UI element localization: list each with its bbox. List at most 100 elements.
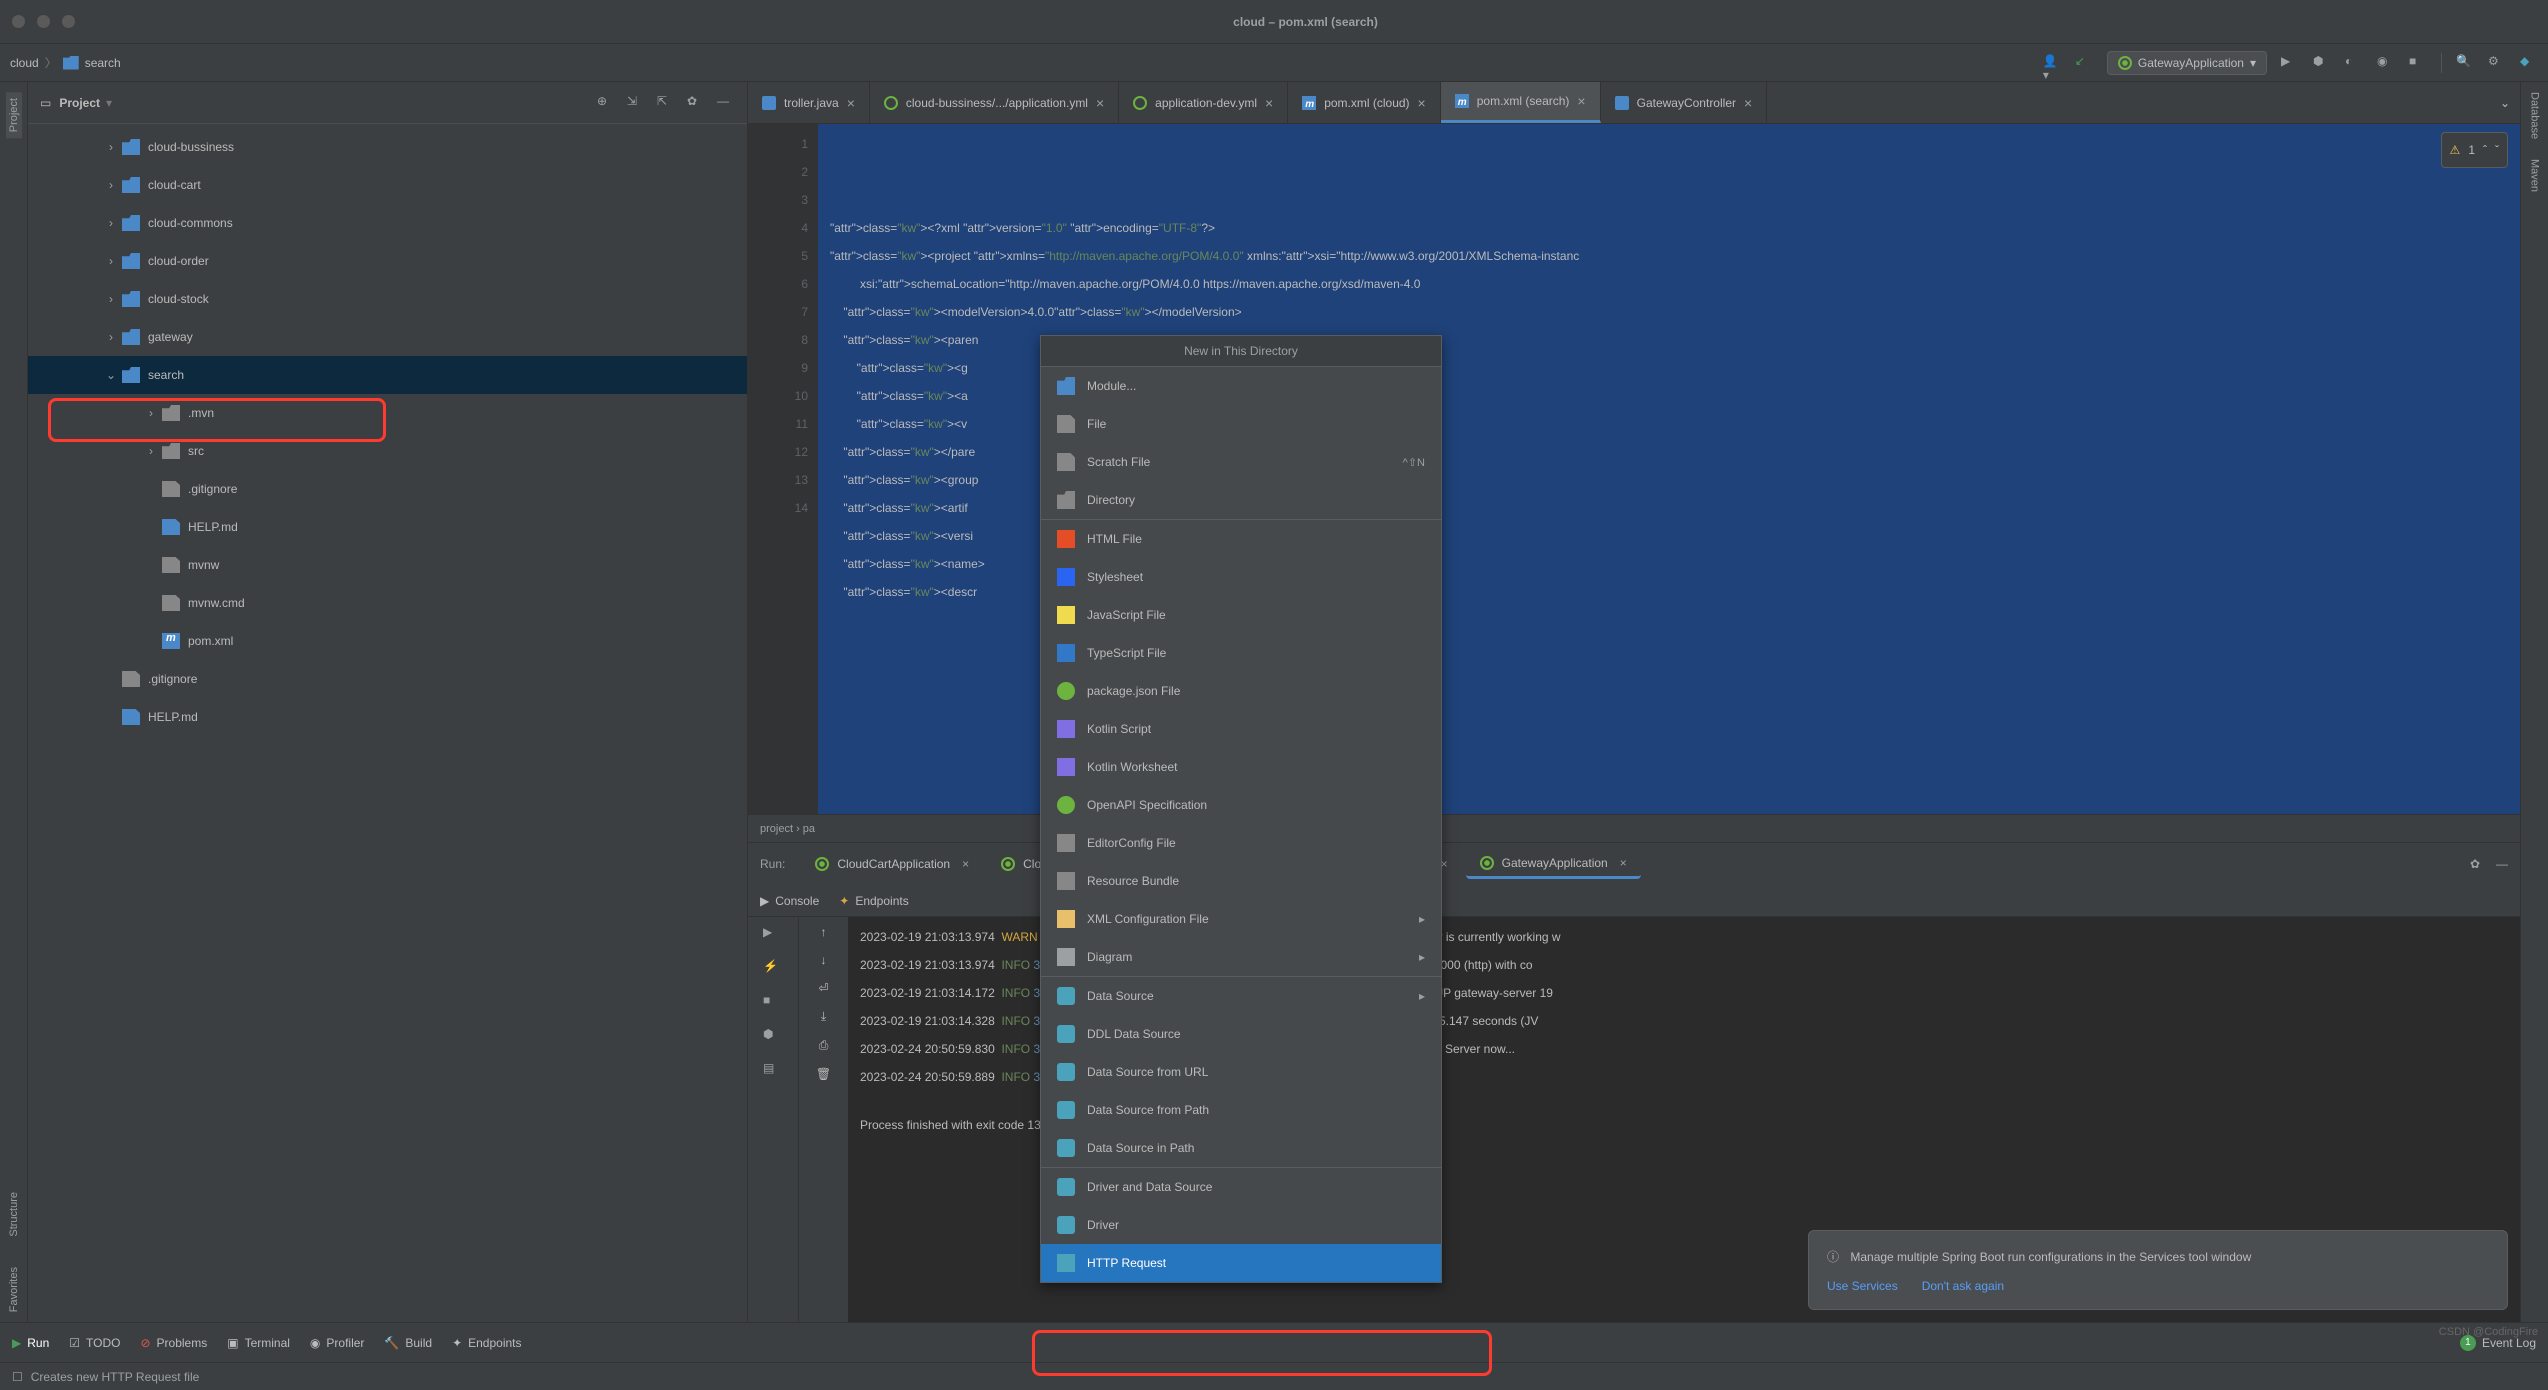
run-tab-CloudCartApplication[interactable]: CloudCartApplication× [801, 850, 983, 879]
menu-item-javascript-file[interactable]: JavaScript File [1041, 596, 1441, 634]
menu-item-diagram[interactable]: Diagram▸ [1041, 938, 1441, 976]
tab-GatewayController[interactable]: GatewayController× [1601, 82, 1768, 123]
debug-icon[interactable]: ⬢ [2313, 54, 2331, 72]
project-panel-label[interactable]: Project [59, 96, 100, 110]
close-icon[interactable]: × [1744, 95, 1752, 111]
rerun-icon[interactable]: ▶ [763, 925, 783, 945]
locate-icon[interactable]: ⊕ [597, 94, 615, 112]
menu-item-http-request[interactable]: HTTP Request [1041, 1244, 1441, 1282]
run-settings-icon[interactable]: ✿ [2470, 857, 2480, 871]
close-icon[interactable]: × [1265, 95, 1273, 111]
run-attach-icon[interactable]: ⬢ [763, 1027, 783, 1047]
tab-application-dev.yml[interactable]: application-dev.yml× [1119, 82, 1288, 123]
close-icon[interactable]: × [1577, 93, 1585, 109]
run-tab-GatewayApplication[interactable]: GatewayApplication× [1466, 850, 1641, 879]
run-stop2-icon[interactable]: ■ [763, 993, 783, 1013]
breadcrumb-root[interactable]: cloud [10, 56, 39, 70]
menu-item-driver[interactable]: Driver [1041, 1206, 1441, 1244]
menu-item-driver-and-data-source[interactable]: Driver and Data Source [1041, 1168, 1441, 1206]
menu-item-module-[interactable]: Module... [1041, 367, 1441, 405]
editor-breadcrumb[interactable]: project › pa [748, 814, 2520, 842]
expand-icon[interactable]: ⇲ [627, 94, 645, 112]
menu-item-ddl-data-source[interactable]: DDL Data Source [1041, 1015, 1441, 1053]
run-hide-icon[interactable]: — [2496, 857, 2508, 871]
tree-item-mvnw.cmd[interactable]: mvnw.cmd [28, 584, 747, 622]
chevron-down-icon[interactable]: ˇ [2495, 136, 2499, 164]
menu-item-package-json-file[interactable]: package.json File [1041, 672, 1441, 710]
menu-item-openapi-specification[interactable]: OpenAPI Specification [1041, 786, 1441, 824]
soft-wrap-icon[interactable]: ⏎ [818, 981, 828, 995]
clear-icon[interactable]: 🗑 [816, 1067, 831, 1081]
tree-item-.gitignore[interactable]: .gitignore [28, 470, 747, 508]
tree-item-cloud-bussiness[interactable]: ›cloud-bussiness [28, 128, 747, 166]
tree-item-cloud-cart[interactable]: ›cloud-cart [28, 166, 747, 204]
chevron-down-icon[interactable]: ▾ [106, 96, 112, 110]
run-config-dropdown[interactable]: GatewayApplication ▾ [2107, 51, 2267, 75]
tree-item-cloud-order[interactable]: ›cloud-order [28, 242, 747, 280]
rail-favorites[interactable]: Favorites [8, 1267, 20, 1312]
use-services-link[interactable]: Use Services [1827, 1279, 1898, 1293]
close-light[interactable] [12, 15, 25, 28]
menu-item-data-source[interactable]: Data Source▸ [1041, 977, 1441, 1015]
rail-maven[interactable]: Maven [2529, 159, 2541, 192]
vcs-update-icon[interactable]: ↙ [2075, 54, 2093, 72]
tree-item-mvnw[interactable]: mvnw [28, 546, 747, 584]
bb-build[interactable]: 🔨Build [384, 1336, 432, 1350]
scroll-end-icon[interactable]: ⤓ [821, 1009, 826, 1024]
bb-endpoints[interactable]: ✦Endpoints [452, 1336, 521, 1350]
project-tree[interactable]: ›cloud-bussiness›cloud-cart›cloud-common… [28, 124, 747, 1322]
rail-database[interactable]: Database [2529, 92, 2541, 139]
tree-item-.gitignore[interactable]: .gitignore [28, 660, 747, 698]
menu-item-kotlin-script[interactable]: Kotlin Script [1041, 710, 1441, 748]
chevron-up-icon[interactable]: ˆ [2483, 136, 2487, 164]
rail-project[interactable]: Project [6, 92, 22, 138]
settings-icon[interactable]: ✿ [687, 94, 705, 112]
bb-problems[interactable]: ⊘Problems [140, 1336, 207, 1350]
collapse-icon[interactable]: ⇱ [657, 94, 675, 112]
tree-item-gateway[interactable]: ›gateway [28, 318, 747, 356]
tab-pom.xml (cloud)[interactable]: pom.xml (cloud)× [1288, 82, 1441, 123]
menu-item-kotlin-worksheet[interactable]: Kotlin Worksheet [1041, 748, 1441, 786]
profile-icon[interactable]: ◉ [2377, 54, 2395, 72]
coverage-icon[interactable]: ◐ [2345, 54, 2363, 72]
close-icon[interactable]: × [962, 857, 969, 871]
search-icon[interactable]: 🔍 [2456, 54, 2474, 72]
menu-item-resource-bundle[interactable]: Resource Bundle [1041, 862, 1441, 900]
inspection-widget[interactable]: ⚠ 1 ˆ ˇ [2441, 132, 2508, 168]
menu-item-html-file[interactable]: HTML File [1041, 520, 1441, 558]
dont-ask-link[interactable]: Don't ask again [1922, 1279, 2004, 1293]
stop-icon[interactable]: ■ [2409, 54, 2427, 72]
menu-item-data-source-in-path[interactable]: Data Source in Path [1041, 1129, 1441, 1167]
endpoints-tab[interactable]: ✦Endpoints [839, 894, 908, 908]
close-icon[interactable]: × [847, 95, 855, 111]
console-tab[interactable]: ▶Console [760, 894, 819, 908]
bb-terminal[interactable]: ▣Terminal [227, 1336, 290, 1350]
tree-item-pom.xml[interactable]: pom.xml [28, 622, 747, 660]
settings-icon[interactable]: ⚙ [2488, 54, 2506, 72]
tab-pom.xml (search)[interactable]: pom.xml (search)× [1441, 82, 1601, 123]
menu-item-editorconfig-file[interactable]: EditorConfig File [1041, 824, 1441, 862]
avatar-icon[interactable]: ◆ [2520, 54, 2538, 72]
bb-run[interactable]: ▶Run [12, 1336, 49, 1350]
add-config-icon[interactable]: 👤▾ [2043, 54, 2061, 72]
close-icon[interactable]: × [1620, 856, 1627, 870]
bb-profiler[interactable]: ◉Profiler [310, 1336, 365, 1350]
menu-item-data-source-from-path[interactable]: Data Source from Path [1041, 1091, 1441, 1129]
tree-item-src[interactable]: ›src [28, 432, 747, 470]
print-icon[interactable]: ⎙ [819, 1038, 829, 1053]
scroll-up-icon[interactable]: ↑ [821, 925, 827, 939]
max-light[interactable] [62, 15, 75, 28]
run-icon[interactable]: ▶ [2281, 54, 2299, 72]
tabs-more-icon[interactable]: ⌄ [2490, 96, 2520, 110]
menu-item-xml-configuration-file[interactable]: XML Configuration File▸ [1041, 900, 1441, 938]
scroll-down-icon[interactable]: ↓ [821, 953, 827, 967]
close-icon[interactable]: × [1418, 95, 1426, 111]
tree-item-.mvn[interactable]: ›.mvn [28, 394, 747, 432]
menu-item-file[interactable]: File [1041, 405, 1441, 443]
breadcrumb-leaf[interactable]: search [63, 56, 121, 70]
menu-item-data-source-from-url[interactable]: Data Source from URL [1041, 1053, 1441, 1091]
run-stop-icon[interactable]: ⚡ [763, 959, 783, 979]
tree-item-cloud-commons[interactable]: ›cloud-commons [28, 204, 747, 242]
menu-item-stylesheet[interactable]: Stylesheet [1041, 558, 1441, 596]
menu-item-directory[interactable]: Directory [1041, 481, 1441, 519]
